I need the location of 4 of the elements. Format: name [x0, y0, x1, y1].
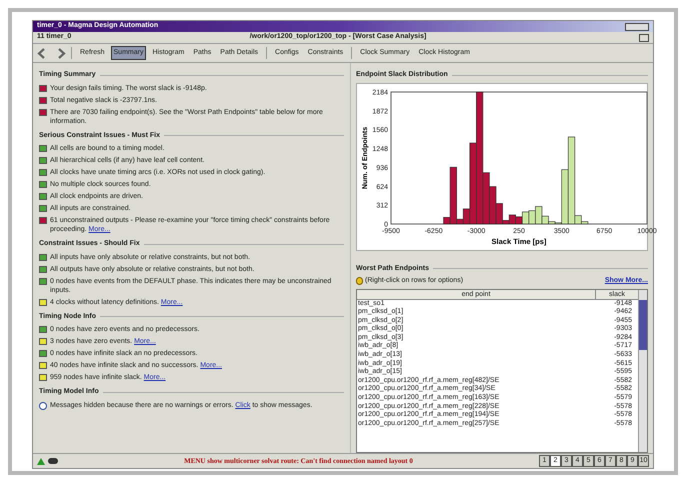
restore-icon[interactable] — [639, 34, 649, 42]
scrollbar[interactable] — [638, 290, 647, 452]
lightbulb-icon — [356, 277, 363, 286]
window-controls-icon[interactable] — [625, 22, 649, 30]
